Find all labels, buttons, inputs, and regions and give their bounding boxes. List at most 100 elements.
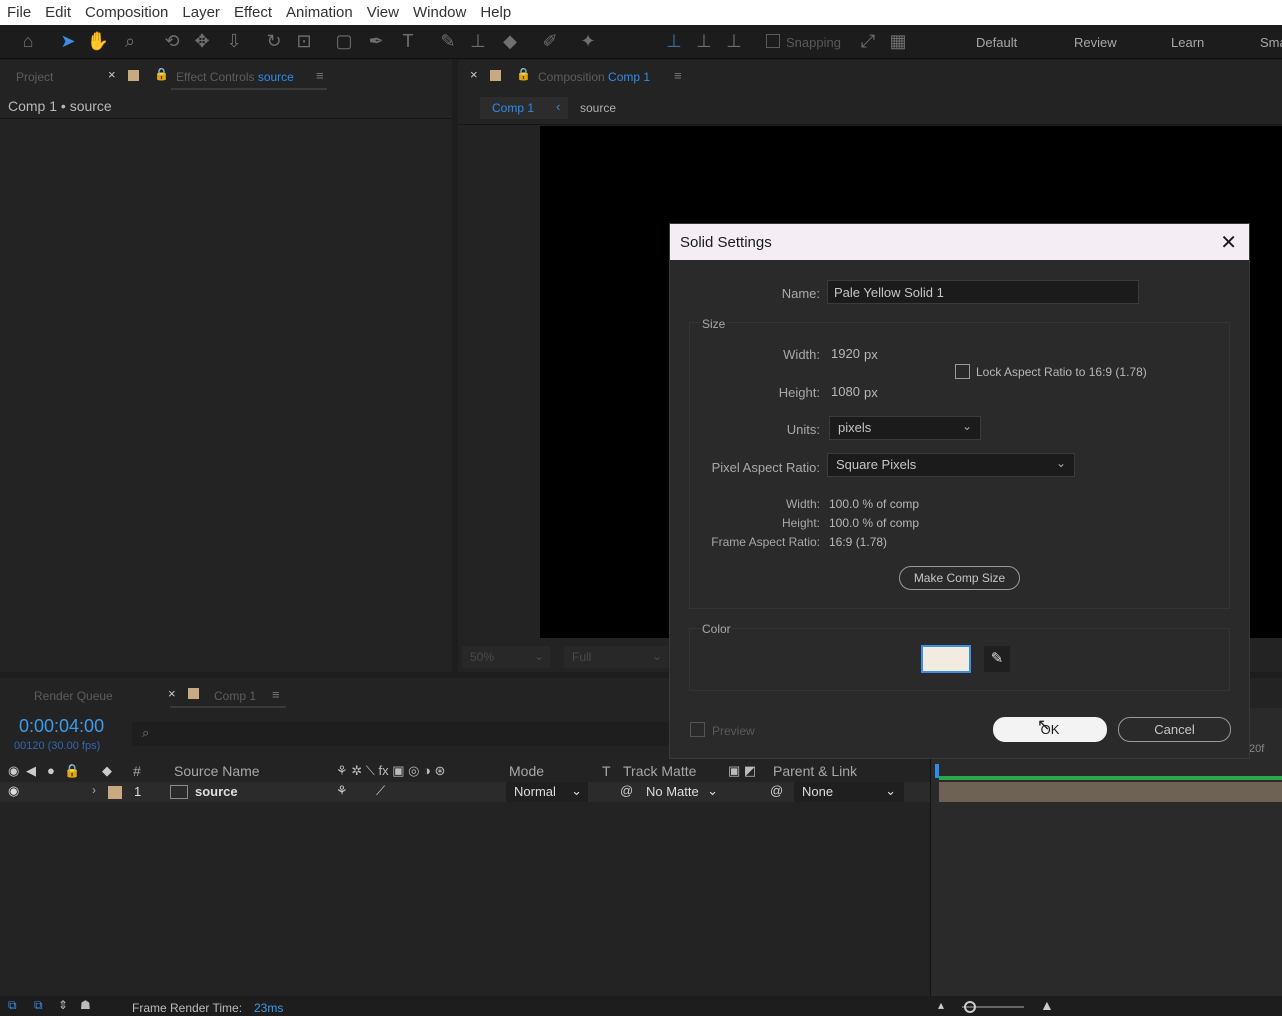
hand-tool-icon[interactable]: ✋ [86,29,110,53]
rotate-tool-icon[interactable]: ↻ [262,29,286,53]
lock-aspect-ratio-checkbox[interactable] [955,364,970,379]
eraser-tool-icon[interactable]: ◆ [498,29,522,53]
solo-icon[interactable]: ● [47,763,55,778]
pan-tool-icon[interactable]: ✥ [190,29,214,53]
height-value[interactable]: 1080 [831,384,860,399]
local-axis-icon[interactable]: ⊥ [662,29,686,53]
type-tool-icon[interactable]: T [396,29,420,53]
lock-icon[interactable]: 🔒 [64,763,80,779]
zoom-dropdown[interactable]: 50% ⌄ [462,646,550,668]
lock-icon[interactable]: 🔒 [154,67,169,81]
current-time-display[interactable]: 0:00:04:00 [19,716,104,737]
shy-switch-icon[interactable]: ⚘ [336,783,348,799]
layer-bar[interactable] [939,782,1282,802]
label-tag-icon[interactable]: ◆ [102,763,112,779]
orbit-tool-icon[interactable]: ⟲ [160,29,184,53]
breadcrumb-comp[interactable]: Comp 1 ‹ [480,97,568,119]
transfer-controls-icon[interactable]: ⇕ [58,998,68,1012]
panel-menu-icon[interactable]: ≡ [272,687,280,702]
tab-render-queue[interactable]: Render Queue [34,689,113,703]
cancel-button[interactable]: Cancel [1118,717,1231,742]
view-axis-icon[interactable]: ⊥ [722,29,746,53]
workspace-default[interactable]: Default [976,35,1017,50]
tab-comp-timeline[interactable]: Comp 1 [214,689,256,703]
pickwhip-icon[interactable]: @ [620,783,633,798]
menu-edit[interactable]: Edit [38,4,78,21]
zoom-out-icon[interactable]: ▴ [938,998,944,1012]
comp-flowchart-icon[interactable]: ⧉ [8,998,17,1013]
column-source-name[interactable]: Source Name [174,763,260,779]
frame-aspect-ratio-label: Frame Aspect Ratio: [711,535,820,549]
timeline-search-input[interactable]: ⌕ [132,722,672,746]
quality-switch-icon[interactable]: ⟋ [376,783,385,799]
audio-icon[interactable]: ◀ [26,763,36,779]
dialog-title-bar[interactable]: Solid Settings ✕ [670,224,1249,260]
menu-view[interactable]: View [360,4,406,21]
menu-window[interactable]: Window [406,4,473,21]
layer-index: 1 [134,784,142,799]
eye-icon[interactable]: ◉ [8,763,19,779]
chevron-right-icon[interactable]: › [92,783,96,797]
panel-menu-icon[interactable]: ≡ [316,68,324,83]
lock-icon[interactable]: 🔒 [516,67,531,81]
world-axis-icon[interactable]: ⊥ [692,29,716,53]
layer-label-color[interactable] [108,786,122,799]
tab-project[interactable]: Project [16,70,53,84]
clone-stamp-tool-icon[interactable]: ⊥ [466,29,490,53]
snap-grid-icon[interactable]: ▦ [886,29,910,53]
lock-aspect-ratio-label[interactable]: Lock Aspect Ratio to 16:9 (1.78) [976,365,1147,379]
menu-help[interactable]: Help [473,4,518,21]
mode-dropdown[interactable]: Normal ⌄ [506,782,588,802]
track-matte-dropdown[interactable]: No Matte ⌄ [640,782,722,802]
work-area-bar[interactable] [939,776,1282,780]
preview-label[interactable]: Preview [712,724,755,738]
toggle-switches-icon[interactable]: ⧉ [34,998,43,1013]
snap-options-icon[interactable]: ⤢ [856,29,880,53]
color-swatch[interactable] [921,645,971,673]
pen-tool-icon[interactable]: ✒ [364,29,388,53]
dolly-tool-icon[interactable]: ⇩ [222,29,246,53]
puppet-tool-icon[interactable]: ✦ [576,29,600,53]
zoom-in-icon[interactable]: ▲ [1040,997,1054,1013]
home-icon[interactable]: ⌂ [16,29,40,53]
width-value[interactable]: 1920 [831,346,860,361]
menu-layer[interactable]: Layer [175,4,227,21]
rectangle-tool-icon[interactable]: ▢ [332,29,356,53]
close-icon[interactable]: × [168,686,176,701]
units-dropdown[interactable]: pixels ⌄ [829,416,981,440]
snapping-checkbox[interactable] [766,34,780,48]
breadcrumb-source[interactable]: source [580,101,616,115]
layer-name[interactable]: source [195,784,238,799]
menu-effect[interactable]: Effect [227,4,279,21]
panel-menu-icon[interactable]: ≡ [674,68,682,83]
menu-animation[interactable]: Animation [279,4,360,21]
tab-effect-controls[interactable]: Effect Controls source [176,70,294,84]
resolution-dropdown[interactable]: Full ⌄ [564,646,668,668]
brush-tool-icon[interactable]: ✎ [436,29,460,53]
roto-brush-tool-icon[interactable]: ✐ [538,29,562,53]
workspace-small[interactable]: Sma [1260,35,1282,50]
zoom-slider-thumb[interactable] [964,1001,976,1013]
parent-pickwhip-icon[interactable]: @ [770,783,783,798]
draft-3d-icon[interactable]: ☗ [80,998,91,1012]
zoom-tool-icon[interactable]: ⌕ [118,29,142,53]
render-time-label: Frame Render Time: [132,1001,243,1015]
tab-composition[interactable]: Composition Comp 1 [538,70,650,84]
selection-tool-icon[interactable]: ➤ [56,29,80,53]
eyedropper-icon[interactable]: ✎ [984,646,1010,672]
menu-composition[interactable]: Composition [78,4,175,21]
layer-row[interactable]: ◉ › 1 source ⚘ ⟋ Normal ⌄ @ No Matte ⌄ @ N… [0,782,930,802]
close-icon[interactable]: × [470,67,478,82]
workspace-learn[interactable]: Learn [1171,35,1204,50]
close-icon[interactable]: × [108,67,116,82]
preview-checkbox[interactable] [690,722,705,737]
name-field[interactable]: Pale Yellow Solid 1 [827,280,1139,304]
pan-behind-tool-icon[interactable]: ⊡ [292,29,316,53]
workspace-review[interactable]: Review [1074,35,1117,50]
make-comp-size-button[interactable]: Make Comp Size [899,566,1020,590]
close-icon[interactable]: ✕ [1220,230,1237,255]
menu-file[interactable]: File [0,4,38,21]
eye-icon[interactable]: ◉ [8,783,19,799]
pixel-aspect-ratio-dropdown[interactable]: Square Pixels ⌄ [827,453,1075,477]
parent-dropdown[interactable]: None ⌄ [794,782,904,802]
